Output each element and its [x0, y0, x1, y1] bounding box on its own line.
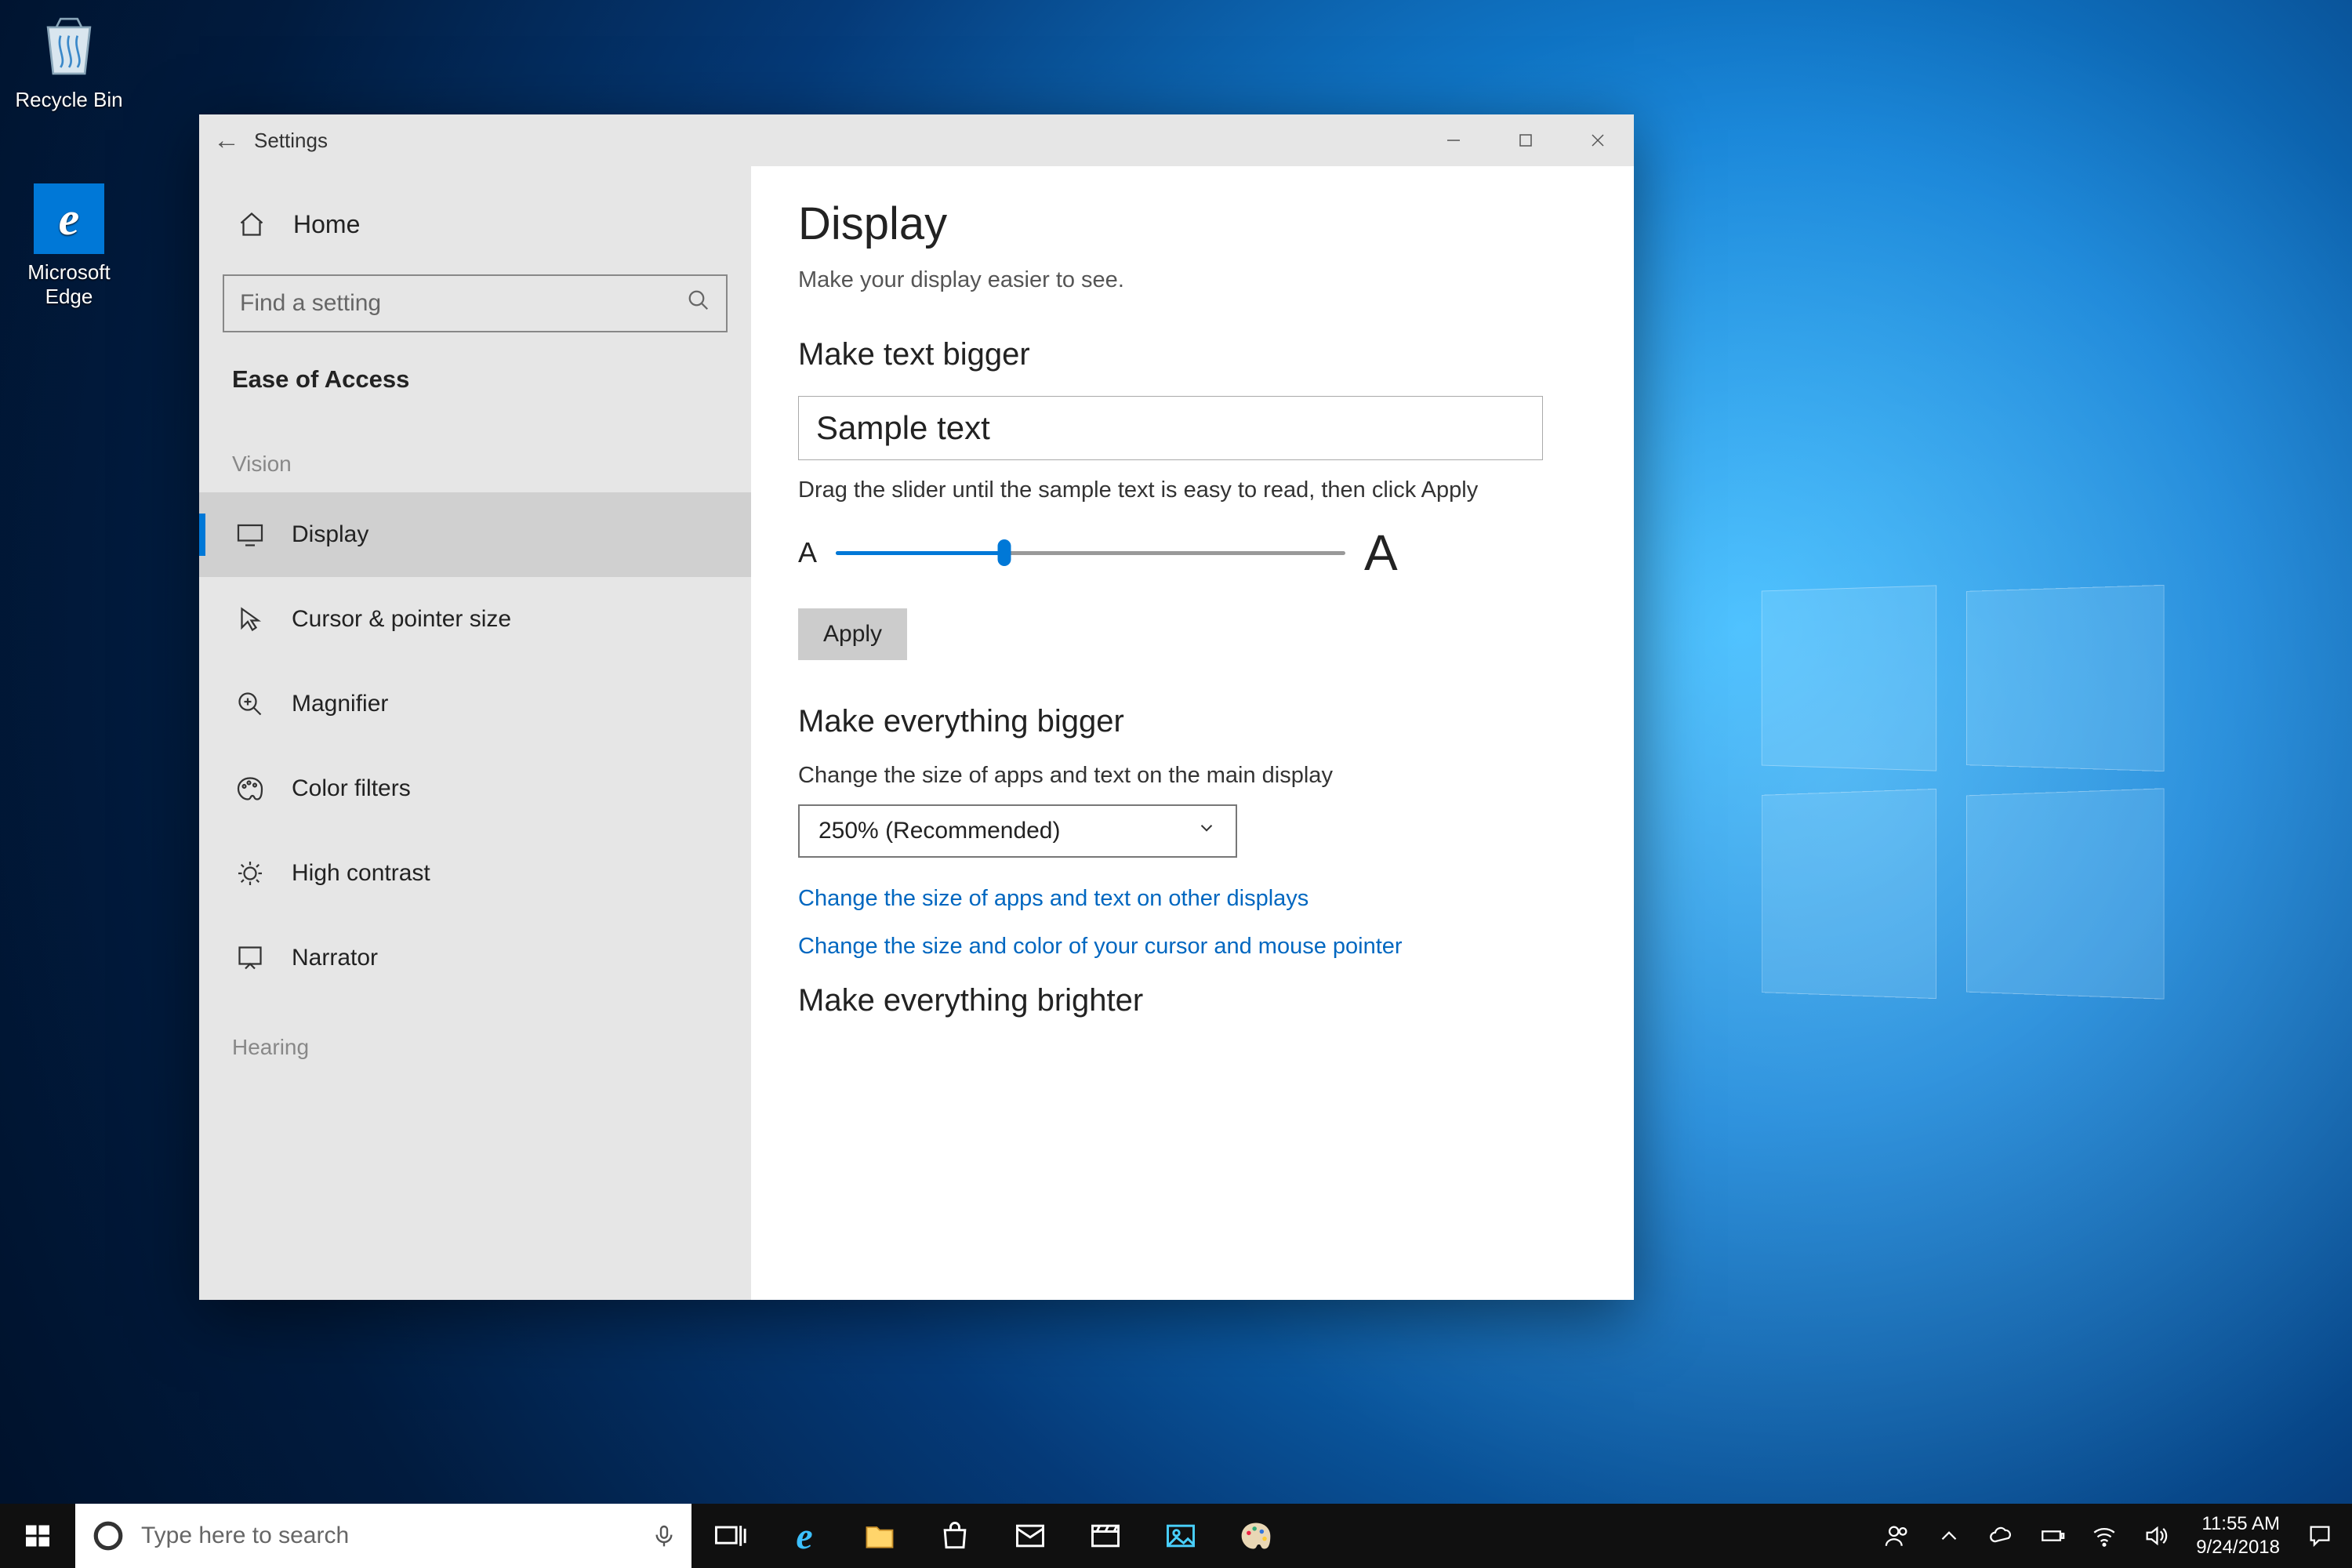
display-icon: [230, 521, 270, 549]
palette-icon: [230, 775, 270, 803]
sidebar-item-narrator[interactable]: Narrator: [199, 916, 751, 1000]
taskbar-app-photos[interactable]: [1143, 1504, 1218, 1568]
taskbar-app-movies[interactable]: [1068, 1504, 1143, 1568]
sidebar-item-magnifier[interactable]: Magnifier: [199, 662, 751, 746]
mic-icon[interactable]: [637, 1523, 691, 1548]
minimize-button[interactable]: [1417, 114, 1490, 166]
maximize-button[interactable]: [1490, 114, 1562, 166]
task-view-button[interactable]: [691, 1504, 767, 1568]
titlebar[interactable]: ← Settings: [199, 114, 1634, 166]
tray-wifi[interactable]: [2078, 1504, 2130, 1568]
start-button[interactable]: [0, 1504, 75, 1568]
magnifier-icon: [230, 690, 270, 718]
recycle-bin-icon: [34, 11, 104, 82]
page-subtitle: Make your display easier to see.: [798, 267, 1587, 293]
tray-clock[interactable]: 11:55 AM 9/24/2018: [2182, 1512, 2294, 1559]
page-title: Display: [798, 198, 1587, 250]
tray-action-center[interactable]: [2294, 1504, 2346, 1568]
text-size-slider[interactable]: [836, 541, 1345, 564]
sidebar-item-label: Cursor & pointer size: [292, 606, 511, 633]
sidebar-home[interactable]: Home: [199, 190, 751, 259]
taskbar-app-paint[interactable]: [1218, 1504, 1294, 1568]
tray-people[interactable]: [1871, 1504, 1923, 1568]
settings-sidebar: Home Find a setting Ease of Access Visio…: [199, 166, 751, 1300]
taskbar-app-mail[interactable]: [993, 1504, 1068, 1568]
tray-date: 9/24/2018: [2196, 1536, 2280, 1559]
sidebar-item-high-contrast[interactable]: High contrast: [199, 831, 751, 916]
sample-text-box: Sample text: [798, 396, 1543, 460]
slider-max-label: A: [1364, 524, 1398, 582]
taskbar-app-edge[interactable]: e: [767, 1504, 842, 1568]
desktop-icon-recycle-bin[interactable]: Recycle Bin: [6, 11, 132, 112]
sidebar-category-vision: Vision: [199, 436, 751, 492]
tray-battery[interactable]: [2027, 1504, 2078, 1568]
sidebar-item-display[interactable]: Display: [199, 492, 751, 577]
slider-hint: Drag the slider until the sample text is…: [798, 477, 1587, 503]
sidebar-item-label: Color filters: [292, 775, 411, 802]
desktop-icon-edge[interactable]: e Microsoft Edge: [6, 183, 132, 309]
sidebar-search-placeholder: Find a setting: [240, 290, 687, 317]
section-heading-text-bigger: Make text bigger: [798, 337, 1587, 372]
search-icon: [687, 289, 710, 318]
sidebar-item-label: Narrator: [292, 945, 378, 971]
windows-logo-art: [1756, 588, 2164, 996]
cursor-icon: [230, 605, 270, 633]
system-tray: 11:55 AM 9/24/2018: [1871, 1504, 2352, 1568]
section-heading-brighter: Make everything brighter: [798, 983, 1587, 1018]
tray-volume[interactable]: [2130, 1504, 2182, 1568]
sidebar-item-label: High contrast: [292, 860, 430, 887]
sidebar-item-label: Magnifier: [292, 691, 388, 717]
sidebar-search-input[interactable]: Find a setting: [223, 274, 728, 332]
slider-thumb[interactable]: [997, 539, 1011, 566]
sidebar-item-cursor[interactable]: Cursor & pointer size: [199, 577, 751, 662]
slider-min-label: A: [798, 536, 817, 569]
high-contrast-icon: [230, 859, 270, 887]
taskbar-app-store[interactable]: [917, 1504, 993, 1568]
home-icon: [232, 210, 271, 238]
sidebar-category-hearing: Hearing: [199, 1000, 751, 1076]
taskbar-search-placeholder: Type here to search: [141, 1523, 637, 1549]
tray-overflow[interactable]: [1923, 1504, 1975, 1568]
edge-icon: e: [34, 183, 104, 254]
scale-description: Change the size of apps and text on the …: [798, 763, 1587, 789]
window-title: Settings: [254, 129, 328, 153]
close-button[interactable]: [1562, 114, 1634, 166]
sidebar-item-label: Display: [292, 521, 368, 548]
narrator-icon: [230, 944, 270, 972]
taskbar-search[interactable]: Type here to search: [75, 1504, 691, 1568]
back-button[interactable]: ←: [199, 125, 254, 156]
tray-time: 11:55 AM: [2196, 1512, 2280, 1536]
chevron-down-icon: [1196, 818, 1217, 844]
scale-dropdown[interactable]: 250% (Recommended): [798, 804, 1237, 858]
sidebar-home-label: Home: [293, 210, 360, 239]
sidebar-heading: Ease of Access: [199, 354, 751, 436]
cortana-icon: [75, 1519, 141, 1552]
taskbar: Type here to search e 11:55 AM 9/24/2018: [0, 1504, 2352, 1568]
section-heading-everything-bigger: Make everything bigger: [798, 704, 1587, 739]
desktop-icon-label: Microsoft Edge: [6, 260, 132, 309]
tray-onedrive[interactable]: [1975, 1504, 2027, 1568]
sidebar-item-color-filters[interactable]: Color filters: [199, 746, 751, 831]
link-cursor-pointer[interactable]: Change the size and color of your cursor…: [798, 934, 1587, 960]
settings-content: Display Make your display easier to see.…: [751, 166, 1634, 1300]
link-other-displays[interactable]: Change the size of apps and text on othe…: [798, 886, 1587, 912]
desktop-icon-label: Recycle Bin: [6, 88, 132, 112]
taskbar-app-explorer[interactable]: [842, 1504, 917, 1568]
settings-window: ← Settings Home Find a setting Ease of A…: [199, 114, 1634, 1300]
apply-button[interactable]: Apply: [798, 608, 907, 660]
scale-dropdown-value: 250% (Recommended): [818, 818, 1060, 844]
